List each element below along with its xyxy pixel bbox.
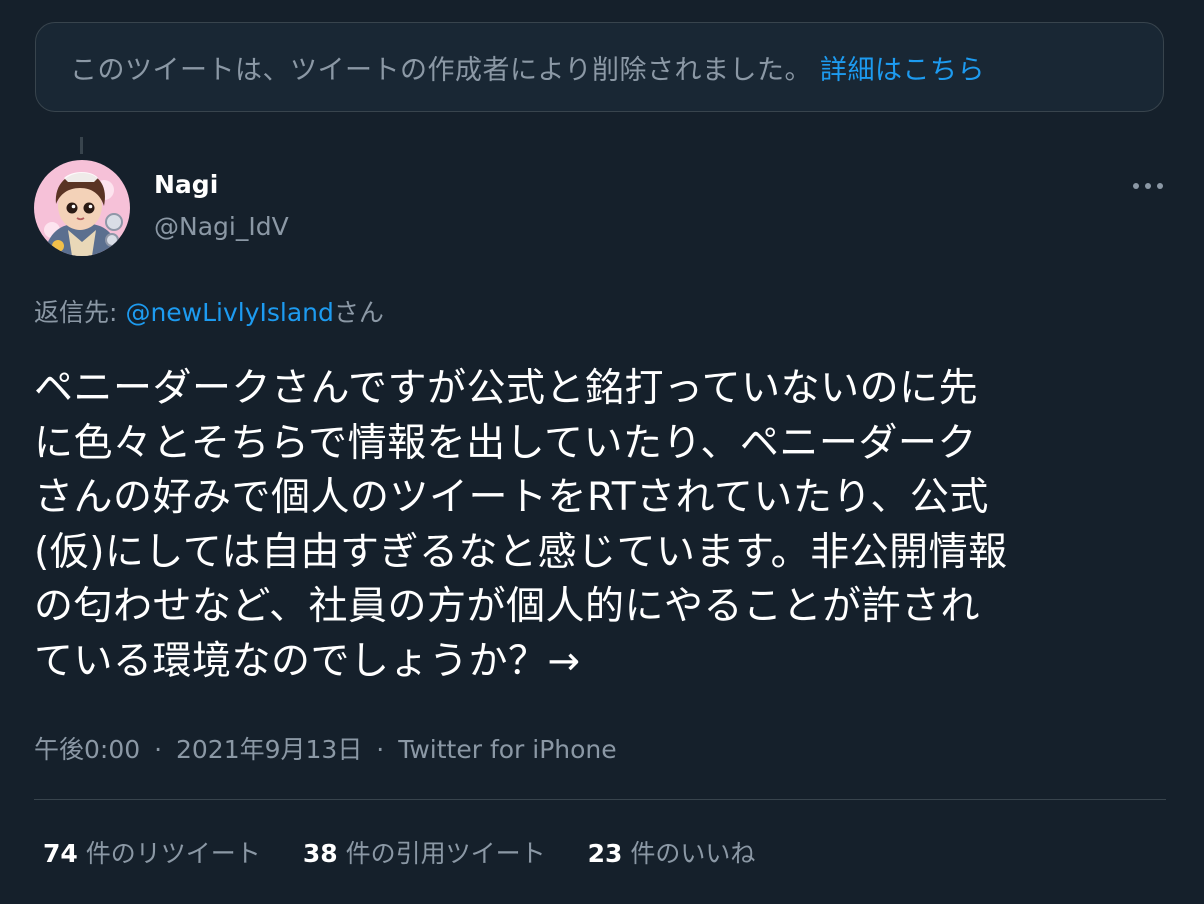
tweet-date-link[interactable]: 2021年9月13日 xyxy=(176,735,362,764)
deleted-tweet-notice: このツイートは、ツイートの作成者により削除されました。 詳細はこちら xyxy=(35,22,1164,112)
likes-label: 件のいいね xyxy=(630,839,756,868)
engagement-stats: 74 件のリツイート 38 件の引用ツイート 23 件のいいね xyxy=(43,834,797,870)
quote-tweets-label: 件の引用ツイート xyxy=(345,839,546,868)
author-handle[interactable]: @Nagi_IdV xyxy=(154,212,289,241)
divider xyxy=(34,799,1166,800)
likes-count: 23 xyxy=(587,839,623,868)
deleted-notice-text: このツイートは、ツイートの作成者により削除されました。 xyxy=(70,54,812,86)
tweet-time-link[interactable]: 午後0:00 xyxy=(34,735,140,764)
reply-prefix: 返信先: xyxy=(34,298,118,327)
meta-separator: · xyxy=(376,735,385,764)
retweets-label: 件のリツイート xyxy=(85,839,261,868)
retweets-count: 74 xyxy=(43,839,78,868)
retweets-stat-link[interactable]: 74 件のリツイート xyxy=(43,834,261,870)
quote-tweets-stat-link[interactable]: 38 件の引用ツイート xyxy=(303,834,546,870)
learn-more-link[interactable]: 詳細はこちら xyxy=(820,48,985,87)
more-horizontal-icon xyxy=(1133,183,1163,189)
thread-connector-line xyxy=(80,137,83,154)
more-options-button[interactable] xyxy=(1126,166,1170,206)
tweet-metadata: 午後0:00 · 2021年9月13日 · Twitter for iPhone xyxy=(34,730,617,766)
reply-suffix: さん xyxy=(333,298,384,327)
avatar[interactable] xyxy=(34,160,130,256)
meta-separator: · xyxy=(154,735,163,764)
replying-to: 返信先: @newLivlyIslandさん xyxy=(34,293,384,329)
tweet-detail-page: このツイートは、ツイートの作成者により削除されました。 詳細はこちら Nagi … xyxy=(0,0,1204,904)
quote-tweets-count: 38 xyxy=(302,839,338,868)
tweet-source-link[interactable]: Twitter for iPhone xyxy=(398,735,616,764)
tweet-body-text: ペニーダークさんですが公式と銘打っていないのに先 に色々とそちらで情報を出してい… xyxy=(34,366,1008,684)
reply-mention-link[interactable]: @newLivlyIsland xyxy=(125,298,333,327)
user-avatar-illustration xyxy=(34,160,130,256)
author-display-name[interactable]: Nagi xyxy=(154,170,218,199)
likes-stat-link[interactable]: 23 件のいいね xyxy=(588,834,756,870)
